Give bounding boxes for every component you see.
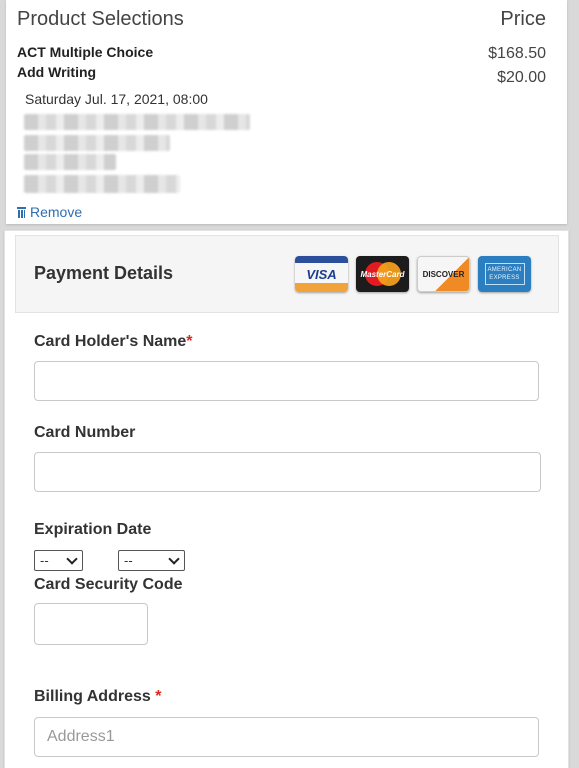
billing-address-label-text: Billing Address bbox=[34, 688, 156, 705]
required-asterisk: * bbox=[186, 333, 193, 350]
expiration-year-value: -- bbox=[124, 553, 133, 568]
test-datetime: Saturday Jul. 17, 2021, 08:00 bbox=[25, 91, 208, 107]
trash-icon bbox=[17, 206, 26, 218]
redacted-location-line bbox=[24, 135, 170, 151]
required-asterisk: * bbox=[155, 688, 162, 705]
expiration-month-select[interactable]: -- bbox=[34, 550, 83, 571]
expiration-month-value: -- bbox=[40, 553, 49, 568]
payment-details-header: Payment Details VISA MasterCard DISCOVER… bbox=[15, 235, 559, 313]
chevron-down-icon bbox=[66, 552, 78, 565]
product-item-name: Add Writing bbox=[17, 64, 97, 80]
expiration-date-label: Expiration Date bbox=[34, 521, 152, 538]
payment-details-panel: Payment Details VISA MasterCard DISCOVER… bbox=[4, 230, 569, 768]
visa-text: VISA bbox=[306, 266, 337, 282]
amex-text-line1: AMERICAN bbox=[487, 267, 522, 273]
product-item-name: ACT Multiple Choice bbox=[17, 44, 154, 60]
product-selections-heading: Product Selections bbox=[17, 8, 184, 30]
price-heading: Price bbox=[500, 8, 546, 30]
chevron-down-icon bbox=[168, 552, 180, 565]
discover-text: DISCOVER bbox=[422, 269, 465, 279]
redacted-location-line bbox=[24, 154, 116, 170]
discover-card-icon: DISCOVER bbox=[417, 256, 470, 292]
redacted-location-line bbox=[24, 114, 250, 130]
product-item-price: $168.50 bbox=[488, 45, 546, 62]
billing-address-label: Billing Address * bbox=[34, 688, 161, 706]
expiration-year-select[interactable]: -- bbox=[118, 550, 185, 571]
redacted-location-line bbox=[24, 175, 180, 193]
checkout-page: Product Selections Price ACT Multiple Ch… bbox=[0, 0, 579, 768]
card-number-label: Card Number bbox=[34, 424, 136, 441]
card-number-input[interactable] bbox=[34, 452, 541, 492]
card-security-code-label: Card Security Code bbox=[34, 576, 183, 593]
address1-input[interactable] bbox=[34, 717, 539, 757]
product-selections-panel: Product Selections Price ACT Multiple Ch… bbox=[6, 0, 567, 224]
amex-card-icon: AMERICAN EXPRESS bbox=[478, 256, 531, 292]
mastercard-card-icon: MasterCard bbox=[356, 256, 409, 292]
card-holder-label-text: Card Holder's Name bbox=[34, 333, 187, 350]
amex-text-line2: EXPRESS bbox=[489, 275, 520, 281]
accepted-cards: VISA MasterCard DISCOVER AMERICAN EXPRES… bbox=[295, 256, 531, 292]
card-holder-label: Card Holder's Name* bbox=[34, 333, 193, 351]
mastercard-text: MasterCard bbox=[360, 269, 405, 279]
card-holder-name-input[interactable] bbox=[34, 361, 539, 401]
payment-details-title: Payment Details bbox=[34, 263, 174, 283]
card-security-code-input[interactable] bbox=[34, 603, 148, 645]
remove-label: Remove bbox=[30, 204, 83, 220]
visa-card-icon: VISA bbox=[295, 256, 348, 292]
product-item-price: $20.00 bbox=[497, 69, 546, 86]
remove-link[interactable]: Remove bbox=[17, 204, 82, 220]
